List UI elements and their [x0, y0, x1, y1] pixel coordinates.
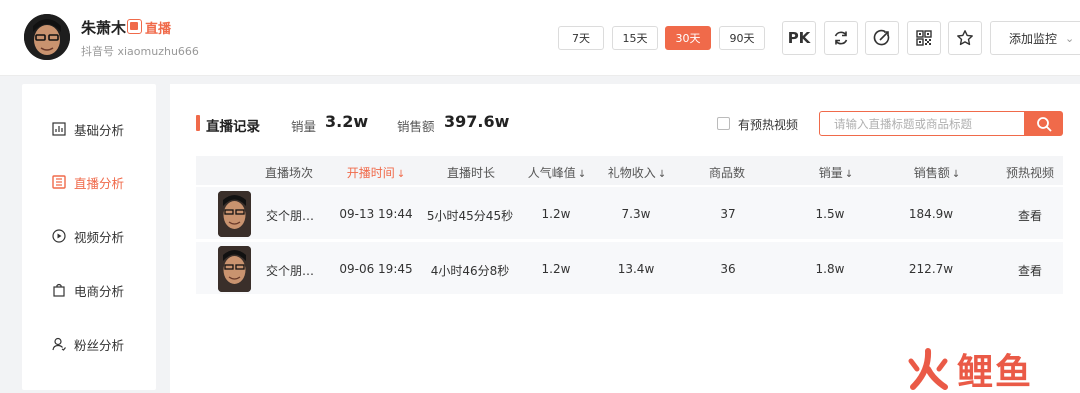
table-row[interactable]: 交个朋… 09-13 19:44 5小时45分45秒 1.2w 7.3w 37 … [196, 187, 1063, 239]
avatar[interactable] [24, 14, 70, 60]
live-icon [52, 175, 66, 189]
sort-arrow-icon: ↓ [657, 169, 667, 180]
column-header-label: 开播时间 [346, 166, 395, 180]
cell-product-count: 37 [720, 207, 736, 221]
watermark-text: 鲤鱼 [957, 352, 1034, 393]
sidebar: 基础分析 直播分析 视频分析 电商分析 粉丝分析 [22, 84, 156, 390]
qrcode-icon [916, 30, 932, 46]
add-monitor-dropdown[interactable]: 添加监控 ⌄ [990, 21, 1080, 55]
qrcode-button[interactable] [907, 21, 941, 55]
column-header-label: 销量 [818, 166, 843, 180]
sales-label: 销量 [291, 119, 317, 134]
view-preheat-link[interactable]: 查看 [1018, 207, 1042, 224]
preheat-video-label: 有预热视频 [738, 118, 799, 132]
header: 朱萧木 直播 抖音号 xiaomuzhu666 7天 15天 30天 90天 P… [0, 0, 1080, 76]
column-header-start-time[interactable]: 开播时间 ↓ [347, 164, 405, 181]
revenue-value: 397.6w [444, 112, 510, 131]
refresh-icon [834, 31, 848, 45]
chevron-down-icon: ⌄ [1065, 31, 1075, 45]
sidebar-item-label: 视频分析 [74, 229, 125, 245]
trend-button[interactable] [865, 21, 899, 55]
cell-product-count: 36 [720, 262, 736, 276]
sort-arrow-icon: ↓ [844, 169, 854, 180]
watermark-logo: 鲤鱼 [905, 343, 1033, 393]
search-button[interactable] [1024, 111, 1063, 136]
filter-30-days-button[interactable]: 30天 [665, 26, 711, 50]
column-header-revenue[interactable]: 销售额 ↓ [914, 164, 960, 181]
column-header-peak-popularity[interactable]: 人气峰值 ↓ [528, 164, 586, 181]
sort-arrow-icon: ↓ [951, 169, 961, 180]
cell-start-time: 09-13 19:44 [339, 207, 413, 221]
person-icon [52, 337, 66, 351]
favorite-button[interactable] [948, 21, 982, 55]
refresh-button[interactable] [824, 21, 858, 55]
revenue-label: 销售额 [397, 119, 435, 134]
sidebar-item-label: 基础分析 [74, 122, 125, 138]
filter-7-days-button[interactable]: 7天 [558, 26, 604, 50]
douyin-id: 抖音号 xiaomuzhu666 [81, 45, 199, 58]
cell-revenue: 184.9w [908, 207, 954, 221]
table-row[interactable]: 交个朋… 09-06 19:45 4小时46分8秒 1.2w 13.4w 36 … [196, 242, 1063, 294]
column-header-label: 销售额 [913, 166, 950, 180]
table-header: 直播场次 开播时间 ↓ 直播时长 人气峰值 ↓ 礼物收入 ↓ 商品数 销量 ↓ 销售额 ↓… [196, 156, 1063, 185]
sidebar-item-fans-analysis[interactable]: 粉丝分析 [22, 329, 156, 359]
column-header-preheat-video: 预热视频 [1005, 166, 1055, 180]
column-header-duration: 直播时长 [446, 166, 496, 180]
cell-start-time: 09-06 19:45 [339, 262, 413, 276]
search-icon [1036, 116, 1051, 131]
sort-arrow-icon: ↓ [396, 169, 406, 180]
column-header-session: 直播场次 [264, 166, 314, 180]
filter-90-days-button[interactable]: 90天 [719, 26, 765, 50]
live-cover-thumbnail[interactable] [218, 191, 251, 237]
column-header-product-count: 商品数 [708, 166, 746, 180]
play-icon [52, 229, 66, 243]
sidebar-item-basic-analysis[interactable]: 基础分析 [22, 114, 156, 144]
sidebar-item-label: 粉丝分析 [74, 337, 125, 353]
preheat-video-checkbox[interactable] [717, 117, 730, 130]
section-title: 直播记录 [206, 119, 260, 135]
cell-sales: 1.8w [815, 262, 845, 276]
add-monitor-label: 添加监控 [1009, 31, 1058, 46]
flame-logo-icon [908, 348, 948, 390]
sidebar-item-live-analysis[interactable]: 直播分析 [22, 167, 156, 197]
sort-arrow-icon: ↓ [577, 169, 587, 180]
pk-button[interactable]: PK [782, 21, 816, 55]
search-input[interactable] [819, 111, 1025, 136]
column-header-gift-income[interactable]: 礼物收入 ↓ [608, 164, 666, 181]
cell-revenue: 212.7w [908, 262, 954, 276]
trend-circle-icon [873, 29, 890, 46]
sidebar-item-ecommerce-analysis[interactable]: 电商分析 [22, 275, 156, 305]
cell-session-title[interactable]: 交个朋… [266, 262, 314, 279]
filter-15-days-button[interactable]: 15天 [612, 26, 658, 50]
live-badge-text: 直播 [145, 22, 172, 37]
cell-duration: 4小时46分8秒 [430, 264, 510, 278]
chart-icon [52, 122, 66, 136]
cell-peak-popularity: 1.2w [541, 262, 571, 276]
cell-session-title[interactable]: 交个朋… [266, 207, 314, 224]
cell-gift-income: 13.4w [617, 262, 655, 276]
section-accent-bar [196, 115, 200, 131]
column-header-label: 人气峰值 [527, 166, 576, 180]
column-header-sales[interactable]: 销量 ↓ [819, 164, 853, 181]
user-name: 朱萧木 [81, 19, 127, 37]
sidebar-item-label: 直播分析 [74, 175, 125, 191]
bag-icon [52, 283, 66, 297]
view-preheat-link[interactable]: 查看 [1018, 262, 1042, 279]
star-icon [957, 30, 973, 46]
live-badge-icon [127, 19, 142, 34]
sales-value: 3.2w [325, 112, 369, 131]
cell-peak-popularity: 1.2w [541, 207, 571, 221]
cell-duration: 5小时45分45秒 [426, 209, 514, 223]
cell-gift-income: 7.3w [621, 207, 651, 221]
sidebar-item-video-analysis[interactable]: 视频分析 [22, 221, 156, 251]
sidebar-item-label: 电商分析 [74, 283, 125, 299]
cell-sales: 1.5w [815, 207, 845, 221]
pk-label: PK [787, 29, 811, 47]
column-header-label: 礼物收入 [607, 166, 656, 180]
live-cover-thumbnail[interactable] [218, 246, 251, 292]
